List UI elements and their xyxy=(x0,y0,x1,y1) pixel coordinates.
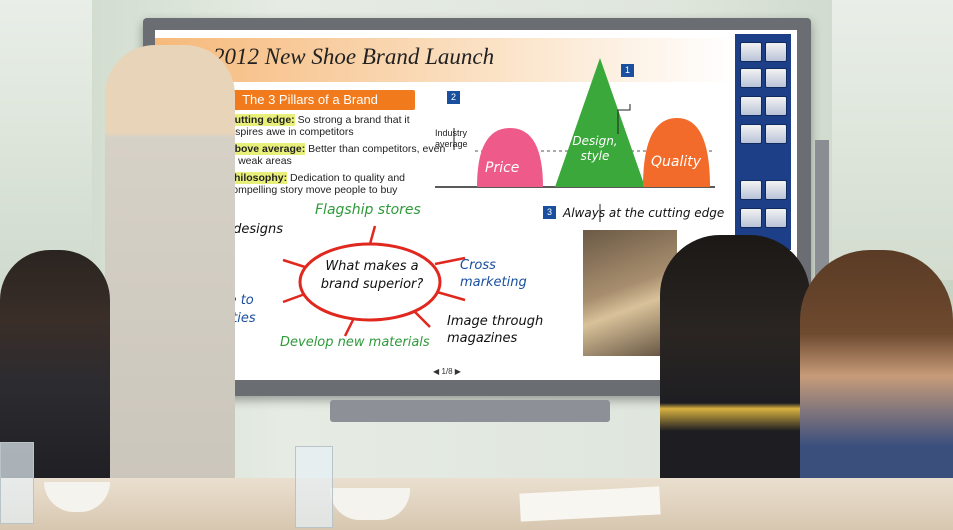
quality-blob xyxy=(643,118,710,187)
next-page-icon[interactable]: ▶ xyxy=(455,367,461,376)
develop-new-materials: Develop new materials xyxy=(280,335,430,350)
image-through-magazines: Image through magazines xyxy=(447,314,544,346)
pen-red-icon[interactable] xyxy=(765,180,787,200)
window-alt-icon[interactable] xyxy=(765,68,787,88)
pillars-header: The 3 Pillars of a Brand xyxy=(205,90,415,110)
callout-2: 2 xyxy=(447,91,460,104)
folder-icon[interactable] xyxy=(740,42,762,62)
cross-marketing: Cross marketing xyxy=(460,258,527,290)
page-indicator: ◀ 1/8 ▶ xyxy=(417,366,477,378)
water-glass xyxy=(0,442,34,524)
eraser-icon[interactable] xyxy=(765,208,787,228)
pillar-label: Above average: xyxy=(227,143,306,155)
print-icon[interactable] xyxy=(740,96,762,116)
cutting-edge-note: Always at the cutting edge xyxy=(563,206,725,220)
conference-table xyxy=(0,478,953,530)
pen-toolbar xyxy=(735,34,791,250)
water-glass-center xyxy=(295,446,333,528)
meeting-room-scene: 2012 New Shoe Brand Launch The 3 Pillars… xyxy=(0,0,953,530)
design-triangle xyxy=(555,58,645,187)
tools-icon[interactable] xyxy=(765,124,787,144)
pen-black-icon[interactable] xyxy=(740,180,762,200)
pillar-label: Cutting edge: xyxy=(227,114,295,126)
save-icon[interactable] xyxy=(765,42,787,62)
mindmap-center: What makes a brand superior? xyxy=(320,259,424,292)
prev-page-icon[interactable]: ◀ xyxy=(433,367,439,376)
callout-1: 1 xyxy=(621,64,634,77)
quality-label: Quality xyxy=(651,154,702,170)
window-icon[interactable] xyxy=(740,68,762,88)
flagship-stores: Flagship stores xyxy=(315,202,421,218)
price-label: Price xyxy=(485,160,520,176)
print-alt-icon[interactable] xyxy=(765,96,787,116)
page-number: 1/8 xyxy=(441,367,453,376)
industry-average-label: Industry average xyxy=(435,128,468,149)
presenter-figure xyxy=(105,45,235,485)
pen-blue-icon[interactable] xyxy=(740,208,762,228)
design-label: Design, style xyxy=(572,134,618,163)
seated-woman-right xyxy=(660,235,810,515)
trash-icon[interactable] xyxy=(740,124,762,144)
monitor-stand xyxy=(330,400,610,422)
right-window xyxy=(832,0,953,280)
pillar-label: Philosophy: xyxy=(227,172,288,184)
